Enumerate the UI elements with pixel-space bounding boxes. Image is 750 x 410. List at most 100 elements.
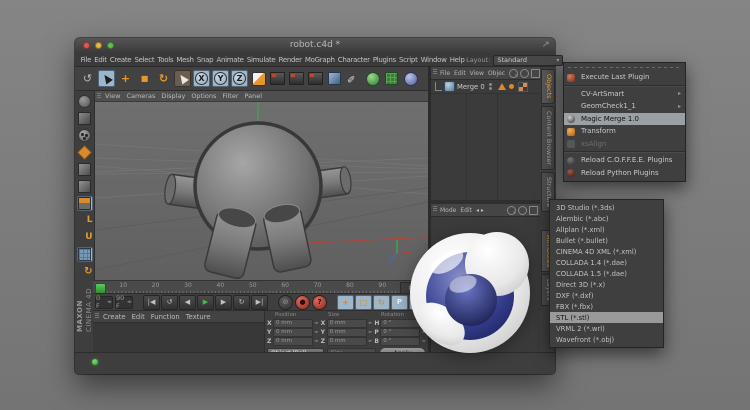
- format-collada14[interactable]: COLLADA 1.4 (*.dae): [550, 257, 663, 268]
- autokey-button[interactable]: ●: [295, 294, 310, 310]
- format-bullet[interactable]: Bullet (*.bullet): [550, 235, 663, 246]
- key-position-button[interactable]: +: [337, 294, 354, 310]
- format-collada15[interactable]: COLLADA 1.5 (*.dae): [550, 268, 663, 279]
- menu-mograph[interactable]: MoGraph: [303, 56, 336, 64]
- format-obj[interactable]: Wavefront (*.obj): [550, 334, 663, 345]
- texture-axis-icon[interactable]: U: [77, 230, 92, 245]
- stepper-icon[interactable]: ◂▸: [127, 299, 132, 305]
- format-vrml[interactable]: VRML 2 (*.wrl): [550, 323, 663, 334]
- vp-menu-display[interactable]: Display: [161, 92, 185, 100]
- grip-icon[interactable]: [97, 93, 101, 99]
- scale-tool-icon[interactable]: ■: [136, 70, 153, 87]
- om-menu-file[interactable]: File: [440, 70, 450, 77]
- plugin-cv-artsmart[interactable]: CV-ArtSmart ▸: [564, 88, 685, 101]
- make-editable-icon[interactable]: [77, 94, 93, 109]
- texture-mode-icon[interactable]: [77, 128, 93, 143]
- plugin-reload-coffee[interactable]: Reload C.O.F.F.E.E. Plugins: [564, 154, 685, 167]
- timeline-ruler[interactable]: 102030405060708090 0 F: [93, 280, 428, 294]
- position-field[interactable]: 0 mm: [273, 336, 314, 346]
- grip-icon[interactable]: [433, 69, 437, 75]
- search-icon[interactable]: [509, 68, 519, 78]
- grip-icon[interactable]: [95, 313, 99, 319]
- format-c4dxml[interactable]: CINEMA 4D XML (*.xml): [550, 246, 663, 257]
- keyframe-selection-button[interactable]: ?: [312, 294, 327, 310]
- tab-objects[interactable]: Objects: [541, 69, 555, 104]
- polygons-mode-icon[interactable]: [76, 196, 93, 211]
- plugin-execute-last[interactable]: Execute Last Plugin: [564, 71, 685, 86]
- undo-icon[interactable]: ↺: [79, 70, 96, 87]
- mat-menu-edit[interactable]: Edit: [132, 313, 145, 321]
- position-field[interactable]: 0 mm: [273, 318, 314, 328]
- goto-start-button[interactable]: |◀: [143, 294, 160, 310]
- size-field[interactable]: 0 mm: [326, 336, 367, 346]
- menu-snap[interactable]: Snap: [195, 56, 215, 64]
- grip-icon[interactable]: [433, 206, 437, 212]
- end-frame-field[interactable]: 90 F ◂▸: [115, 294, 133, 310]
- plugin-geomcheck[interactable]: GeomCheck1_1 ▸: [564, 100, 685, 113]
- material-manager[interactable]: Create Edit Function Texture: [93, 310, 265, 352]
- format-direct3d[interactable]: Direct 3D (*.x): [550, 279, 663, 290]
- titlebar[interactable]: robot.c4d * ↗: [75, 38, 555, 55]
- menu-create[interactable]: Create: [108, 56, 133, 64]
- menu-plugins[interactable]: Plugins: [371, 56, 397, 64]
- menu-window[interactable]: Window: [419, 56, 448, 64]
- vp-menu-view[interactable]: View: [105, 92, 120, 100]
- stepper-icon[interactable]: ◂▸: [314, 321, 319, 326]
- render-settings-icon[interactable]: [307, 70, 324, 87]
- menu-render[interactable]: Render: [277, 56, 303, 64]
- menu-edit[interactable]: Edit: [93, 56, 109, 64]
- om-menu-objects[interactable]: Objec: [488, 70, 505, 77]
- plugin-magic-merge[interactable]: Magic Merge 1.0: [564, 112, 685, 125]
- lock-icon[interactable]: [529, 205, 538, 215]
- mat-menu-function[interactable]: Function: [151, 313, 180, 321]
- stepper-icon[interactable]: ◂▸: [107, 299, 112, 305]
- history-icon[interactable]: [518, 205, 527, 215]
- tear-off-strip[interactable]: [568, 65, 681, 69]
- live-selection-tool[interactable]: [98, 70, 115, 87]
- deformer-icon[interactable]: [402, 70, 419, 87]
- spline-pen-icon[interactable]: ✎: [345, 70, 362, 87]
- am-menu-edit[interactable]: Edit: [460, 207, 472, 214]
- vp-menu-options[interactable]: Options: [191, 92, 216, 100]
- expression-tag-icon[interactable]: [508, 84, 514, 89]
- workplane-mode-icon[interactable]: [77, 145, 93, 160]
- phong-tag-icon[interactable]: [497, 83, 506, 90]
- filter-icon[interactable]: [520, 68, 530, 78]
- model-mode-icon[interactable]: [77, 111, 93, 126]
- record-active-objects-button[interactable]: ⊘: [278, 294, 293, 310]
- object-manager[interactable]: File Edit View Objec Merge 0: [430, 67, 541, 200]
- play-button[interactable]: ▶: [197, 294, 214, 310]
- format-abc[interactable]: Alembic (*.abc): [550, 213, 663, 224]
- plugin-transform[interactable]: Transform: [564, 125, 685, 138]
- format-fbx[interactable]: FBX (*.fbx): [550, 301, 663, 312]
- workplane-icon[interactable]: [76, 247, 93, 262]
- menu-select[interactable]: Select: [133, 56, 156, 64]
- position-field[interactable]: 0 mm: [273, 327, 314, 337]
- menu-simulate[interactable]: Simulate: [245, 56, 277, 64]
- axis-mode-icon[interactable]: L: [77, 213, 93, 228]
- format-dxf[interactable]: DXF (*.dxf): [550, 290, 663, 301]
- am-nav-arrows[interactable]: ◂ ▸: [476, 207, 484, 214]
- stepper-icon[interactable]: ◂▸: [368, 330, 373, 335]
- array-object-icon[interactable]: [383, 70, 400, 87]
- tab-content-browser[interactable]: Content Browser: [541, 105, 555, 170]
- rotate-tool-icon[interactable]: ↻: [155, 70, 172, 87]
- plugin-xsalign[interactable]: xsAlign: [564, 138, 685, 152]
- mat-menu-texture[interactable]: Texture: [186, 313, 211, 321]
- viewport-scene[interactable]: [95, 102, 428, 281]
- menu-mesh[interactable]: Mesh: [175, 56, 195, 64]
- snap-settings-icon[interactable]: ↻: [77, 264, 92, 279]
- z-axis-lock-button[interactable]: Z: [231, 70, 248, 87]
- stepper-icon[interactable]: ◂▸: [314, 339, 319, 344]
- x-axis-lock-button[interactable]: X: [193, 70, 210, 87]
- render-region-icon[interactable]: [288, 70, 305, 87]
- texture-tag-icon[interactable]: [517, 81, 528, 92]
- menu-animate[interactable]: Animate: [215, 56, 245, 64]
- format-stl[interactable]: STL (*.stl): [550, 312, 663, 323]
- size-field[interactable]: 0 mm: [326, 318, 367, 328]
- resize-icon[interactable]: ↗: [542, 40, 550, 50]
- object-row-merge[interactable]: Merge 0: [431, 80, 540, 94]
- goto-end-button[interactable]: ▶|: [251, 294, 268, 310]
- render-view-icon[interactable]: [269, 70, 286, 87]
- layout-select[interactable]: Standard ▾: [493, 54, 564, 66]
